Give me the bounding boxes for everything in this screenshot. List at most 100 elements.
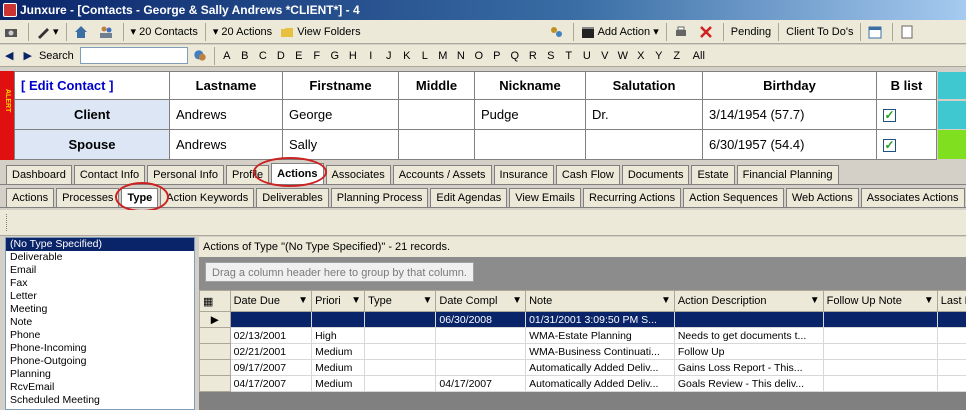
- table-cell[interactable]: [936, 343, 966, 360]
- column-header[interactable]: Date Due ▼: [229, 290, 313, 312]
- table-cell[interactable]: [435, 343, 527, 360]
- table-cell[interactable]: Automatically Added Deliv...: [525, 375, 675, 392]
- letter-filter-l[interactable]: L: [416, 50, 434, 62]
- view-folders-button[interactable]: View Folders: [276, 22, 364, 42]
- nickname-cell[interactable]: Pudge: [474, 99, 586, 130]
- middle-cell[interactable]: [398, 129, 475, 160]
- filter-icon[interactable]: ▼: [661, 295, 671, 306]
- blist-cell[interactable]: ✓: [876, 99, 937, 130]
- filter-icon[interactable]: ▼: [512, 295, 522, 306]
- subtab-associates-actions[interactable]: Associates Actions: [860, 188, 965, 207]
- row-selector[interactable]: [199, 327, 231, 344]
- letter-filter-n[interactable]: N: [452, 50, 470, 62]
- type-list-item[interactable]: Letter: [6, 290, 194, 303]
- tab-actions[interactable]: Actions: [271, 163, 324, 184]
- column-header[interactable]: Type ▼: [364, 290, 437, 312]
- table-cell[interactable]: 04/17/2007: [435, 375, 527, 392]
- letter-filter-r[interactable]: R: [524, 50, 542, 62]
- edit-contact-link[interactable]: [ Edit Contact ]: [14, 71, 170, 100]
- blist-cell[interactable]: ✓: [876, 129, 937, 160]
- tab-documents[interactable]: Documents: [621, 165, 690, 184]
- table-cell[interactable]: Needs to get documents t...: [673, 327, 824, 344]
- table-row[interactable]: ▶ 06/30/2008 01/31/2001 3:09:50 PM S...: [199, 311, 966, 328]
- table-cell[interactable]: [822, 375, 938, 392]
- table-cell[interactable]: [311, 311, 366, 328]
- table-cell[interactable]: 09/17/2007: [229, 359, 313, 376]
- letter-filter-y[interactable]: Y: [650, 50, 668, 62]
- tab-financial-planning[interactable]: Financial Planning: [736, 165, 839, 184]
- contacts-dropdown[interactable]: ▾ 20 Contacts: [127, 22, 202, 42]
- table-row[interactable]: 04/17/2007 Medium 04/17/2007 Automatically …: [199, 375, 966, 392]
- client-todos-button[interactable]: Client To Do's: [782, 22, 857, 42]
- subtab-action-sequences[interactable]: Action Sequences: [683, 188, 784, 207]
- column-chooser-icon[interactable]: ▦: [199, 290, 231, 312]
- camera-button[interactable]: [0, 22, 25, 42]
- letter-filter-p[interactable]: P: [488, 50, 506, 62]
- row-selector[interactable]: [199, 359, 231, 376]
- table-cell[interactable]: [364, 375, 437, 392]
- column-header[interactable]: Follow Up Note ▼: [822, 290, 938, 312]
- table-cell[interactable]: Automatically Added Deliv...: [525, 359, 675, 376]
- calendar-button[interactable]: [864, 22, 889, 42]
- type-list-item[interactable]: Fax: [6, 277, 194, 290]
- letter-filter-d[interactable]: D: [272, 50, 290, 62]
- table-cell[interactable]: High: [311, 327, 366, 344]
- table-cell[interactable]: Medium: [311, 375, 366, 392]
- table-cell[interactable]: [364, 359, 437, 376]
- type-list-item[interactable]: Scheduled Meeting: [6, 394, 194, 407]
- letter-filter-u[interactable]: U: [578, 50, 596, 62]
- table-cell[interactable]: [936, 359, 966, 376]
- letter-filter-x[interactable]: X: [632, 50, 650, 62]
- notes-button[interactable]: [896, 22, 921, 42]
- letter-filter-h[interactable]: H: [344, 50, 362, 62]
- table-row[interactable]: 02/13/2001 High WMA-Estate Planning Needs t…: [199, 327, 966, 344]
- birthday-cell[interactable]: 6/30/1957 (54.4): [702, 129, 877, 160]
- key-people-button[interactable]: [545, 22, 570, 42]
- type-list-item[interactable]: Meeting: [6, 303, 194, 316]
- table-cell[interactable]: [936, 311, 966, 328]
- tab-cash-flow[interactable]: Cash Flow: [555, 165, 620, 184]
- blist-checkbox[interactable]: ✓: [883, 139, 896, 152]
- table-cell[interactable]: 06/30/2008: [435, 311, 527, 328]
- letter-filter-b[interactable]: B: [236, 50, 254, 62]
- table-cell[interactable]: [364, 343, 437, 360]
- table-cell[interactable]: Medium: [311, 359, 366, 376]
- table-cell[interactable]: [364, 327, 437, 344]
- subtab-processes[interactable]: Processes: [56, 188, 120, 207]
- table-cell[interactable]: [435, 327, 527, 344]
- lastname-cell[interactable]: Andrews: [169, 99, 283, 130]
- salutation-cell[interactable]: [585, 129, 703, 160]
- table-row[interactable]: 09/17/2007 Medium Automatically Added Deli…: [199, 359, 966, 376]
- filter-icon[interactable]: ▼: [422, 295, 432, 306]
- print-button[interactable]: [670, 22, 695, 42]
- row-selector[interactable]: [199, 375, 231, 392]
- tab-accounts-assets[interactable]: Accounts / Assets: [392, 165, 492, 184]
- action-type-list[interactable]: (No Type Specified) Deliverable Email Fax Le…: [5, 237, 195, 410]
- subtab-recurring-actions[interactable]: Recurring Actions: [582, 188, 682, 207]
- table-cell[interactable]: [673, 311, 824, 328]
- table-cell[interactable]: WMA-Business Continuati...: [525, 343, 675, 360]
- firstname-cell[interactable]: Sally: [282, 129, 399, 160]
- search-input[interactable]: [79, 47, 188, 64]
- table-cell[interactable]: [822, 359, 938, 376]
- tab-estate[interactable]: Estate: [691, 165, 735, 184]
- table-cell[interactable]: 04/17/2007: [229, 375, 313, 392]
- pending-button[interactable]: Pending: [727, 22, 775, 42]
- subtab-planning-process[interactable]: Planning Process: [330, 188, 429, 207]
- letter-filter-f[interactable]: F: [308, 50, 326, 62]
- table-cell[interactable]: [936, 327, 966, 344]
- filter-icon[interactable]: ▼: [924, 295, 934, 306]
- letter-filter-q[interactable]: Q: [506, 50, 524, 62]
- subtab-edit-agendas[interactable]: Edit Agendas: [430, 188, 508, 207]
- people-search-icon[interactable]: [192, 48, 208, 64]
- table-cell[interactable]: [936, 375, 966, 392]
- column-header[interactable]: Priori ▼: [311, 290, 366, 312]
- salutation-cell[interactable]: Dr.: [585, 99, 703, 130]
- filter-icon[interactable]: ▼: [351, 295, 361, 306]
- letter-filter-m[interactable]: M: [434, 50, 452, 62]
- table-cell[interactable]: [435, 359, 527, 376]
- tab-associates[interactable]: Associates: [325, 165, 391, 184]
- letter-filter-s[interactable]: S: [542, 50, 560, 62]
- type-list-item[interactable]: (No Type Specified): [6, 238, 194, 251]
- lastname-cell[interactable]: Andrews: [169, 129, 283, 160]
